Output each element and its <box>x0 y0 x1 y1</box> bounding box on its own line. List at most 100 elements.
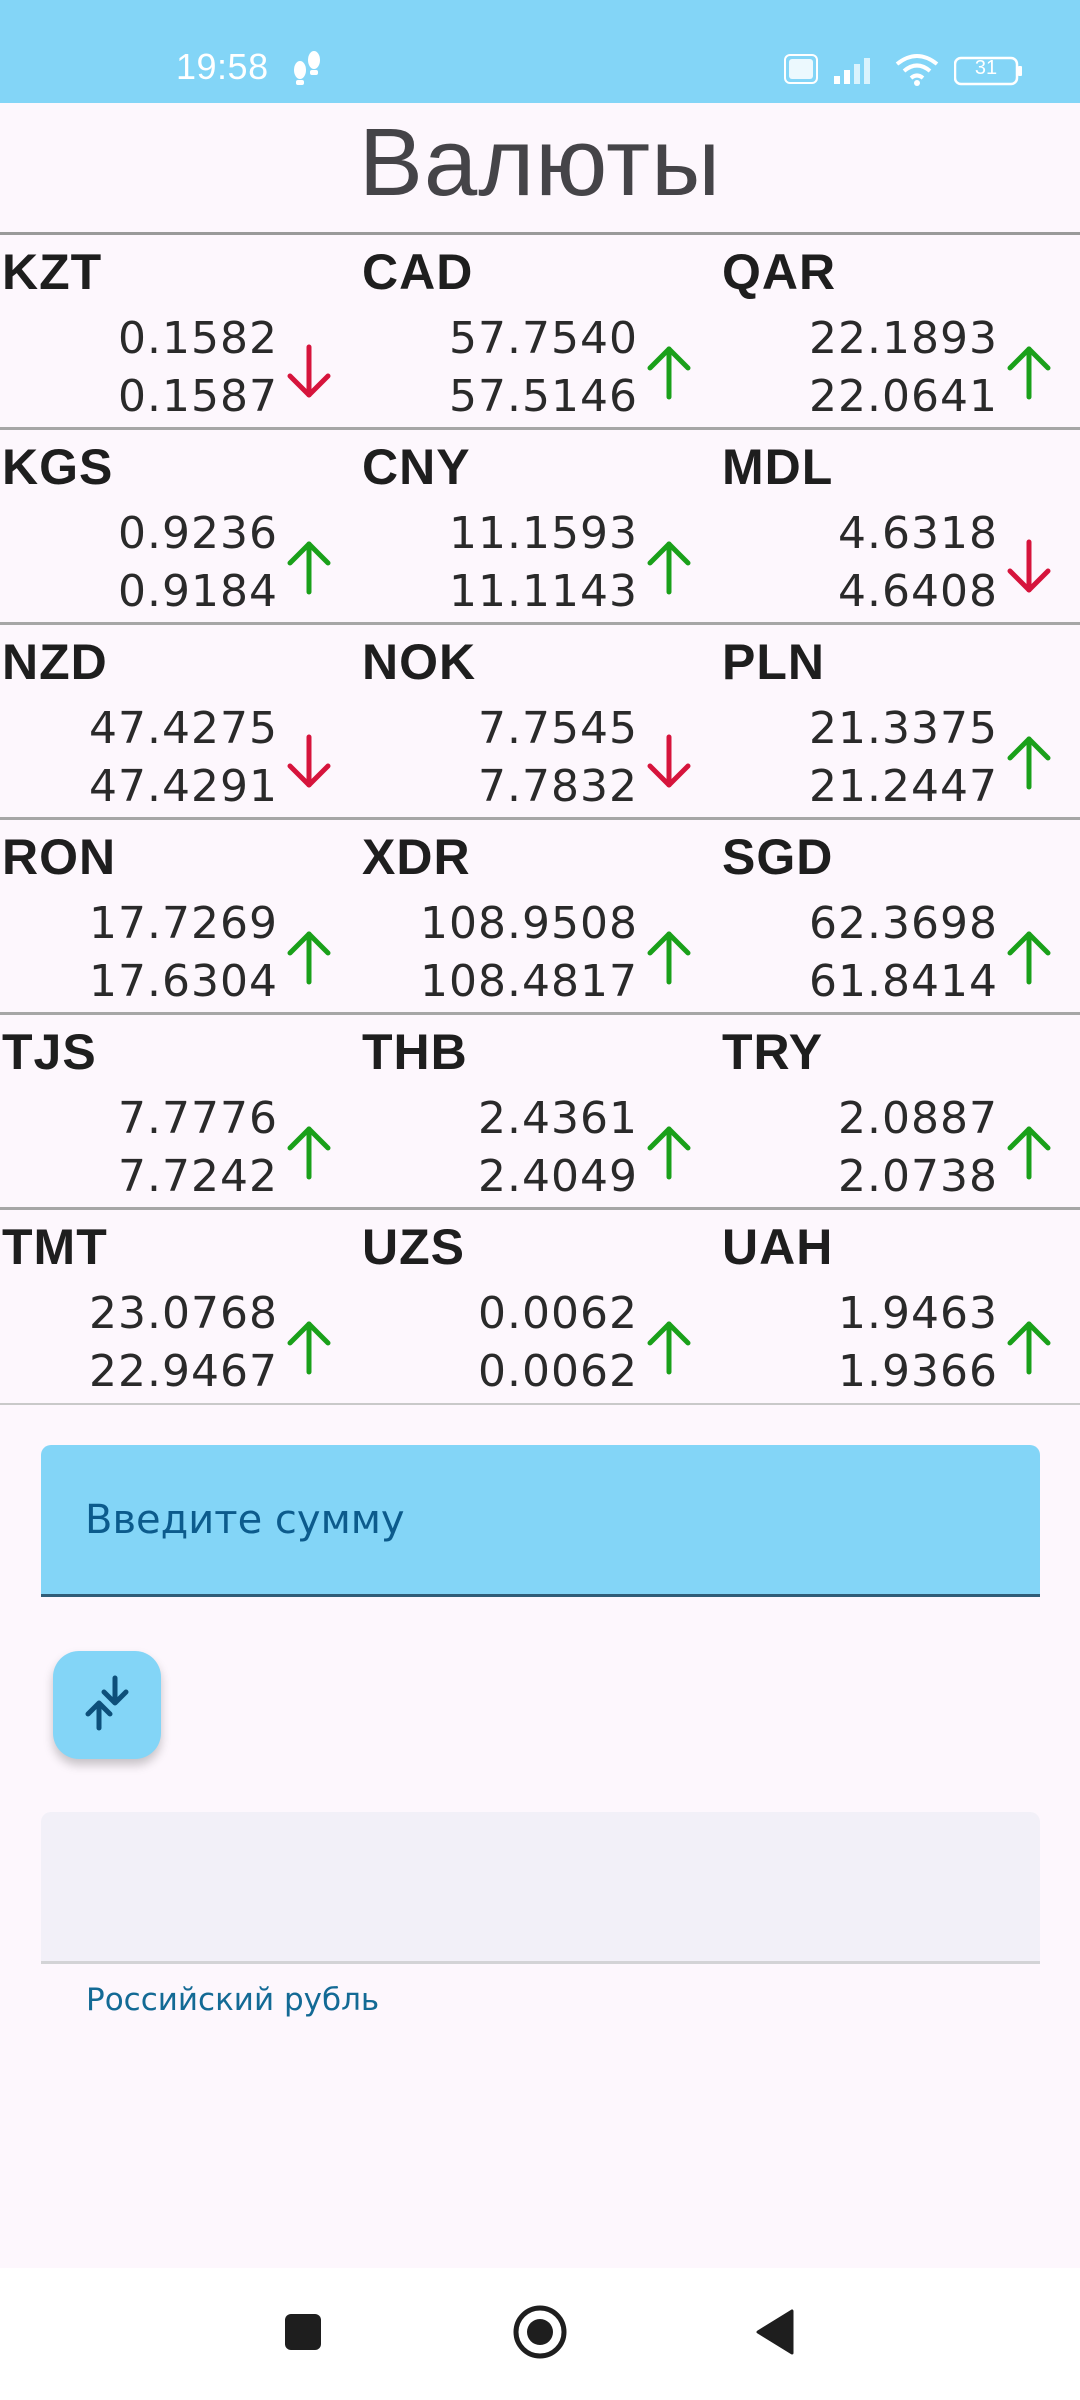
currency-cell: NZD 47.4275 47.4291 <box>0 625 360 820</box>
arrow-up-icon <box>284 1123 334 1181</box>
currency-row: RON 17.7269 17.6304 XDR 108.9508 108.481… <box>0 820 1080 1015</box>
currency-rate-previous: 7.7832 <box>478 761 638 812</box>
currency-rate-current: 2.4361 <box>478 1093 638 1144</box>
wifi-icon <box>894 52 940 90</box>
home-button[interactable] <box>480 2268 600 2400</box>
currency-code: QAR <box>722 244 837 300</box>
currency-cell: KGS 0.9236 0.9184 <box>0 430 360 625</box>
currency-grid: KZT 0.1582 0.1587 CAD 57.7540 57.5146 QA… <box>0 235 1080 1405</box>
currency-rate-current: 0.1582 <box>118 313 278 364</box>
currency-cell: TJS 7.7776 7.7242 <box>0 1015 360 1210</box>
steps-icon <box>290 50 324 90</box>
currency-cell: RON 17.7269 17.6304 <box>0 820 360 1015</box>
currency-code: CAD <box>362 244 474 300</box>
arrow-up-icon <box>644 343 694 401</box>
currency-rate-current: 4.6318 <box>838 508 998 559</box>
currency-cell: CNY 11.1593 11.1143 <box>360 430 720 625</box>
currency-code: NZD <box>2 634 108 690</box>
square-icon <box>283 2312 323 2356</box>
navigation-bar <box>0 2268 1080 2400</box>
currency-rate-current: 22.1893 <box>809 313 998 364</box>
arrow-up-icon <box>1004 733 1054 791</box>
arrow-down-icon <box>284 343 334 401</box>
currency-rate-previous: 0.0062 <box>478 1346 638 1397</box>
currency-row: TJS 7.7776 7.7242 THB 2.4361 2.4049 TRY … <box>0 1015 1080 1210</box>
currency-rate-previous: 2.4049 <box>478 1151 638 1202</box>
currency-rate-previous: 21.2447 <box>809 761 998 812</box>
convert-button[interactable] <box>53 1651 161 1759</box>
currency-rate-current: 57.7540 <box>449 313 638 364</box>
arrow-up-icon <box>644 928 694 986</box>
arrow-up-icon <box>644 538 694 596</box>
currency-row: TMT 23.0768 22.9467 UZS 0.0062 0.0062 UA… <box>0 1210 1080 1405</box>
currency-rate-previous: 22.9467 <box>89 1346 278 1397</box>
currency-row: KGS 0.9236 0.9184 CNY 11.1593 11.1143 MD… <box>0 430 1080 625</box>
arrow-up-icon <box>1004 928 1054 986</box>
currency-row: NZD 47.4275 47.4291 NOK 7.7545 7.7832 PL… <box>0 625 1080 820</box>
currency-rate-current: 7.7776 <box>118 1093 278 1144</box>
currency-rate-previous: 61.8414 <box>809 956 998 1007</box>
currency-row: KZT 0.1582 0.1587 CAD 57.7540 57.5146 QA… <box>0 235 1080 430</box>
arrow-up-icon <box>1004 1123 1054 1181</box>
page-title: Валюты <box>358 109 722 216</box>
currency-cell: MDL 4.6318 4.6408 <box>720 430 1080 625</box>
currency-code: NOK <box>362 634 477 690</box>
currency-code: UAH <box>722 1219 834 1275</box>
amount-input[interactable]: Введите сумму <box>41 1445 1040 1597</box>
currency-cell: XDR 108.9508 108.4817 <box>360 820 720 1015</box>
currency-cell: TMT 23.0768 22.9467 <box>0 1210 360 1405</box>
arrow-down-icon <box>284 733 334 791</box>
currency-rate-previous: 0.9184 <box>118 566 278 617</box>
currency-rate-current: 0.0062 <box>478 1288 638 1339</box>
currency-code: KZT <box>2 244 103 300</box>
arrow-up-icon <box>284 538 334 596</box>
currency-cell: NOK 7.7545 7.7832 <box>360 625 720 820</box>
currency-cell: UAH 1.9463 1.9366 <box>720 1210 1080 1405</box>
currency-rate-current: 1.9463 <box>838 1288 998 1339</box>
currency-code: XDR <box>362 829 471 885</box>
currency-code: TMT <box>2 1219 108 1275</box>
back-button[interactable] <box>715 2268 835 2400</box>
currency-rate-previous: 1.9366 <box>838 1346 998 1397</box>
currency-rate-current: 0.9236 <box>118 508 278 559</box>
currency-code: RON <box>2 829 117 885</box>
currency-code: CNY <box>362 439 471 495</box>
currency-rate-current: 62.3698 <box>809 898 998 949</box>
arrow-down-icon <box>644 733 694 791</box>
currency-rate-current: 7.7545 <box>478 703 638 754</box>
currency-code: TJS <box>2 1024 97 1080</box>
currency-rate-current: 108.9508 <box>420 898 638 949</box>
triangle-back-icon <box>754 2308 796 2360</box>
status-icons: 31 <box>784 52 1024 90</box>
currency-code: UZS <box>362 1219 465 1275</box>
currency-cell: QAR 22.1893 22.0641 <box>720 235 1080 430</box>
battery-level: 31 <box>974 57 998 79</box>
arrow-up-icon <box>284 928 334 986</box>
currency-cell: UZS 0.0062 0.0062 <box>360 1210 720 1405</box>
arrow-up-icon <box>1004 343 1054 401</box>
currency-rate-previous: 2.0738 <box>838 1151 998 1202</box>
currency-cell: SGD 62.3698 61.8414 <box>720 820 1080 1015</box>
amount-input-placeholder: Введите сумму <box>85 1497 405 1543</box>
battery-icon: 31 <box>954 56 1024 86</box>
recents-button[interactable] <box>243 2268 363 2400</box>
currency-rate-previous: 108.4817 <box>420 956 638 1007</box>
currency-rate-previous: 11.1143 <box>449 566 638 617</box>
arrow-up-icon <box>644 1123 694 1181</box>
currency-rate-previous: 17.6304 <box>89 956 278 1007</box>
currency-rate-current: 47.4275 <box>89 703 278 754</box>
arrow-up-icon <box>644 1318 694 1376</box>
currency-cell: CAD 57.7540 57.5146 <box>360 235 720 430</box>
result-currency-label: Российский рубль <box>86 1982 380 2018</box>
volte-icon <box>784 54 818 88</box>
currency-code: THB <box>362 1024 468 1080</box>
result-field[interactable] <box>41 1812 1040 1964</box>
currency-rate-previous: 7.7242 <box>118 1151 278 1202</box>
currency-cell: PLN 21.3375 21.2447 <box>720 625 1080 820</box>
currency-cell: TRY 2.0887 2.0738 <box>720 1015 1080 1210</box>
currency-rate-current: 17.7269 <box>89 898 278 949</box>
currency-cell: KZT 0.1582 0.1587 <box>0 235 360 430</box>
currency-code: SGD <box>722 829 834 885</box>
status-time: 19:58 <box>176 46 269 87</box>
currency-code: PLN <box>722 634 825 690</box>
